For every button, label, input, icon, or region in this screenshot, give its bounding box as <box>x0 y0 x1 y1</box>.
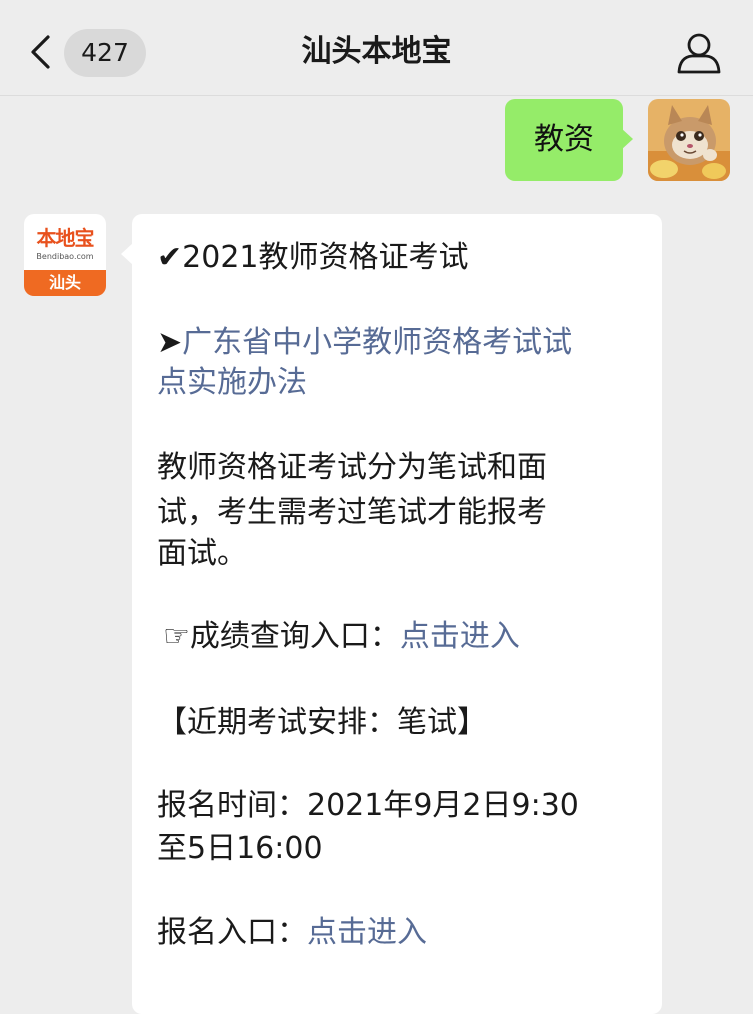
logo-domain: Bendibao.com <box>36 252 94 261</box>
score-query-link[interactable]: 点击进入 <box>400 619 520 654</box>
paragraph-line: 面试。 <box>157 536 247 571</box>
registration-entry-link[interactable]: 点击进入 <box>307 915 427 950</box>
score-query-line: ☞成绩查询入口：点击进入 <box>163 618 520 656</box>
user-avatar[interactable] <box>648 99 730 181</box>
sent-bubble-tail <box>621 128 633 150</box>
unread-count-badge[interactable]: 427 <box>64 29 146 77</box>
policy-link[interactable]: 广东省中小学教师资格考试试 <box>182 325 572 360</box>
cat-avatar-image <box>648 99 730 181</box>
logo-top: 本地宝 Bendibao.com <box>24 214 106 270</box>
sent-message-bubble[interactable]: 教资 <box>505 99 623 181</box>
official-account-avatar[interactable]: 本地宝 Bendibao.com 汕头 <box>24 214 106 296</box>
message-title: 2021教师资格证考试 <box>182 240 469 275</box>
logo-text: 本地宝 <box>36 226 95 250</box>
paragraph-line: 试，考生需考过笔试才能报考 <box>157 495 547 530</box>
policy-link-line2[interactable]: 点实施办法 <box>157 364 307 402</box>
score-query-label: 成绩查询入口： <box>189 619 400 654</box>
schedule-heading: 【近期考试安排：笔试】 <box>157 705 487 740</box>
person-icon[interactable] <box>676 32 722 74</box>
arrow-bullet: ➤ <box>157 325 183 360</box>
chevron-left-icon[interactable] <box>28 34 54 70</box>
pointing-hand-icon: ☞ <box>163 619 190 654</box>
check-mark: ✔ <box>157 240 183 275</box>
registration-entry-line: 报名入口：点击进入 <box>157 914 427 952</box>
registration-time-line2: 至5日16:00 <box>157 831 323 866</box>
paragraph-line: 教师资格证考试分为笔试和面 <box>157 450 547 485</box>
registration-time-line1: 报名时间：2021年9月2日9:30 <box>157 788 579 823</box>
top-bar: 427 汕头本地宝 <box>0 0 753 96</box>
logo-city: 汕头 <box>24 270 106 296</box>
message-title-line: ✔2021教师资格证考试 <box>157 239 469 277</box>
policy-link-line1[interactable]: ➤广东省中小学教师资格考试试 <box>157 324 572 362</box>
registration-entry-label: 报名入口： <box>157 915 307 950</box>
